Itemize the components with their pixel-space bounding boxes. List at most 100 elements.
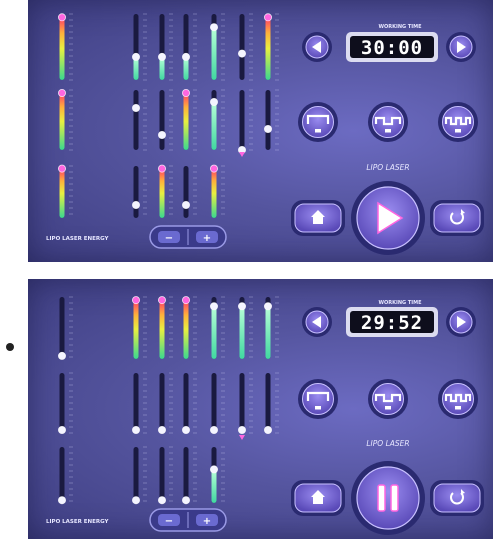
slider-knob[interactable] <box>57 351 66 360</box>
slider-knob[interactable] <box>209 302 218 311</box>
slider-knob[interactable] <box>57 164 66 173</box>
energy-slider[interactable] <box>132 372 147 434</box>
slider-knob[interactable] <box>57 89 66 98</box>
slider-knob[interactable] <box>237 49 246 58</box>
slider-knob[interactable] <box>57 425 66 434</box>
energy-slider[interactable] <box>181 372 197 434</box>
slider-knob[interactable] <box>209 23 218 32</box>
energy-slider[interactable] <box>132 446 147 505</box>
pause-button[interactable] <box>351 461 425 535</box>
slider-knob[interactable] <box>209 465 218 474</box>
energy-slider[interactable] <box>263 89 279 151</box>
plus-label: + <box>203 516 211 527</box>
slider-knob[interactable] <box>181 200 190 209</box>
energy-slider[interactable] <box>209 446 225 503</box>
mode-button-2[interactable] <box>368 102 408 142</box>
reset-button[interactable] <box>430 480 484 516</box>
slider-fill <box>211 306 217 359</box>
energy-slider[interactable] <box>237 296 253 359</box>
slider-knob[interactable] <box>132 200 141 209</box>
slider-knob[interactable] <box>263 302 272 311</box>
energy-slider[interactable] <box>181 296 197 360</box>
slider-knob[interactable] <box>209 164 218 173</box>
slider-knob[interactable] <box>132 296 141 305</box>
slider-grid <box>57 13 279 218</box>
energy-slider[interactable] <box>157 13 173 81</box>
energy-slider[interactable] <box>181 89 197 151</box>
energy-slider[interactable] <box>57 372 73 434</box>
slider-knob[interactable] <box>132 496 141 505</box>
mode-button-1[interactable] <box>298 102 338 142</box>
slider-knob[interactable] <box>57 496 66 505</box>
energy-slider[interactable] <box>209 13 225 81</box>
energy-slider[interactable] <box>237 372 253 434</box>
energy-slider[interactable] <box>263 13 279 81</box>
energy-slider[interactable] <box>57 89 73 151</box>
energy-slider[interactable] <box>132 89 147 151</box>
slider-knob[interactable] <box>209 98 218 107</box>
slider-fill <box>59 17 65 80</box>
slider-knob[interactable] <box>237 302 246 311</box>
left-arrow-button[interactable] <box>302 307 332 337</box>
slider-track <box>265 90 271 150</box>
slider-knob[interactable] <box>263 425 272 434</box>
slider-knob[interactable] <box>181 296 190 305</box>
slider-knob[interactable] <box>132 425 141 434</box>
slider-knob[interactable] <box>157 52 166 61</box>
energy-slider[interactable] <box>209 296 225 359</box>
slider-knob[interactable] <box>263 13 272 22</box>
slider-knob[interactable] <box>57 13 66 22</box>
energy-slider[interactable] <box>57 296 73 360</box>
slider-grid <box>57 296 279 505</box>
slider-knob[interactable] <box>157 130 166 139</box>
energy-slider[interactable] <box>57 164 73 218</box>
slider-track <box>59 447 65 503</box>
home-button[interactable] <box>291 480 345 516</box>
energy-slider[interactable] <box>181 13 197 81</box>
play-button[interactable] <box>351 181 425 255</box>
slider-knob[interactable] <box>181 496 190 505</box>
mode-button-1[interactable] <box>298 379 338 419</box>
energy-slider[interactable] <box>57 446 73 505</box>
energy-slider[interactable] <box>157 446 173 505</box>
energy-slider[interactable] <box>237 89 253 154</box>
slider-track <box>183 373 189 433</box>
slider-knob[interactable] <box>157 296 166 305</box>
slider-knob[interactable] <box>157 496 166 505</box>
energy-slider[interactable] <box>181 165 197 218</box>
mode-button-2[interactable] <box>368 379 408 419</box>
slider-knob[interactable] <box>157 425 166 434</box>
energy-slider[interactable] <box>57 13 73 81</box>
energy-slider[interactable] <box>157 372 173 434</box>
slider-knob[interactable] <box>181 425 190 434</box>
slider-knob[interactable] <box>181 89 190 98</box>
slider-knob[interactable] <box>209 425 218 434</box>
energy-slider[interactable] <box>263 372 279 434</box>
slider-knob[interactable] <box>132 104 141 113</box>
slider-knob[interactable] <box>181 52 190 61</box>
mode-button-3[interactable] <box>438 379 478 419</box>
energy-slider[interactable] <box>157 89 173 151</box>
energy-slider[interactable] <box>157 164 173 218</box>
slider-knob[interactable] <box>132 52 141 61</box>
mode-button-3[interactable] <box>438 102 478 142</box>
slider-knob[interactable] <box>237 425 246 434</box>
slider-knob[interactable] <box>263 125 272 134</box>
energy-slider[interactable] <box>263 296 279 359</box>
energy-slider[interactable] <box>209 89 225 151</box>
slider-fill <box>59 168 65 218</box>
home-button[interactable] <box>291 200 345 236</box>
slider-knob[interactable] <box>157 164 166 173</box>
energy-slider[interactable] <box>209 164 225 218</box>
energy-slider[interactable] <box>181 446 197 505</box>
energy-slider[interactable] <box>132 165 147 218</box>
energy-slider[interactable] <box>157 296 173 360</box>
energy-slider[interactable] <box>132 296 147 360</box>
energy-slider[interactable] <box>237 13 253 81</box>
right-arrow-button[interactable] <box>446 32 476 62</box>
right-arrow-button[interactable] <box>446 307 476 337</box>
energy-slider[interactable] <box>209 372 225 434</box>
reset-button[interactable] <box>430 200 484 236</box>
energy-slider[interactable] <box>132 13 147 81</box>
left-arrow-button[interactable] <box>302 32 332 62</box>
